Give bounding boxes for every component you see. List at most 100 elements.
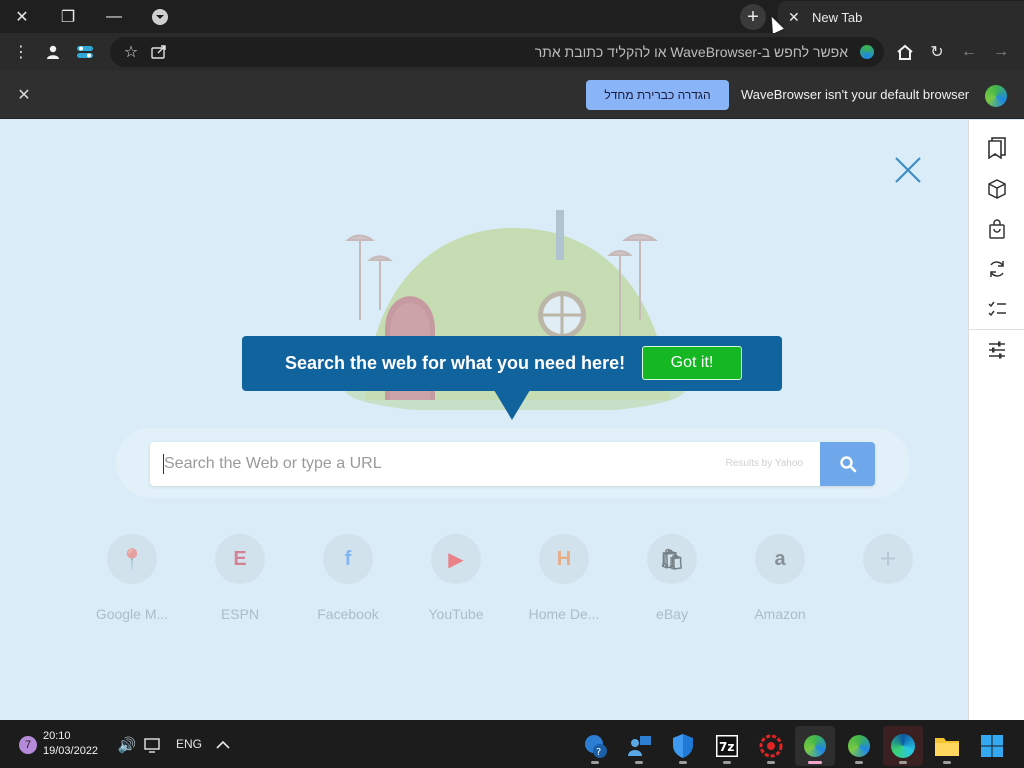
- set-as-default-button[interactable]: הגדרה כברירת מחדל: [586, 80, 729, 110]
- search-input-placeholder[interactable]: Search the Web or type a URL: [164, 442, 382, 486]
- shortcut-label: Home De...: [528, 606, 600, 622]
- shortcut-label: Google M...: [95, 606, 169, 622]
- close-overlay-icon[interactable]: [892, 154, 924, 186]
- running-indicator: [767, 761, 775, 764]
- start-button[interactable]: [972, 726, 1012, 766]
- tab-new-tab[interactable]: ✕ New Tab: [778, 1, 1024, 33]
- shortcut-espn[interactable]: E ESPN: [186, 534, 294, 622]
- tab-close-icon[interactable]: ✕: [788, 9, 804, 26]
- tab-search-dropdown-button[interactable]: [138, 0, 182, 33]
- sidebar-settings-sliders-icon[interactable]: [983, 336, 1011, 364]
- red-gear-icon: [759, 734, 783, 758]
- web-search-box[interactable]: Search the Web or type a URL Results by …: [150, 442, 875, 486]
- sidebar-checklist-icon[interactable]: [983, 295, 1011, 323]
- banner-message: WaveBrowser isn't your default browser: [741, 87, 970, 102]
- shortcut-label: eBay: [656, 606, 688, 622]
- right-sidebar: [968, 120, 1024, 720]
- edge-icon: [891, 734, 915, 758]
- address-bar[interactable]: ☆ אפשר לחפש ב-WaveBrowser או להקליד כתוב…: [110, 37, 884, 67]
- taskbar-red-app[interactable]: [751, 726, 791, 766]
- taskbar-people-app[interactable]: [619, 726, 659, 766]
- taskbar-wavebrowser-app-2[interactable]: [839, 726, 879, 766]
- home-icon[interactable]: [890, 37, 920, 67]
- svg-text:?: ?: [596, 747, 601, 758]
- search-provider-label: Results by Yahoo: [725, 458, 803, 469]
- home-depot-icon: H: [539, 534, 589, 584]
- sidebar-sync-icon[interactable]: [983, 255, 1011, 283]
- shortcut-ebay[interactable]: 🛍 eBay: [618, 534, 726, 622]
- sidebar-divider: [969, 329, 1024, 330]
- taskbar-edge-app[interactable]: [883, 726, 923, 766]
- bookmark-star-icon[interactable]: ☆: [116, 37, 146, 67]
- chevron-up-icon[interactable]: [210, 732, 236, 758]
- shortcut-label: YouTube: [428, 606, 484, 622]
- taskbar-security-app[interactable]: [663, 726, 703, 766]
- amazon-icon: a: [755, 534, 805, 584]
- restore-window-icon[interactable]: ❐: [46, 0, 90, 33]
- navigation-bar: ⋮ ☆ אפשר לחפש ב-WaveBrowser או להקליד כת…: [0, 33, 1024, 71]
- tooltip-text: Search the web for what you need here!: [285, 353, 626, 373]
- search-hint-tooltip: Search the web for what you need here! G…: [242, 336, 782, 420]
- shortcut-home-depot[interactable]: H Home De...: [510, 534, 618, 622]
- plus-icon: +: [863, 534, 913, 584]
- running-indicator: [808, 761, 822, 764]
- search-icon: [839, 456, 856, 473]
- add-shortcut-button[interactable]: +: [834, 534, 942, 584]
- shortcut-label: Facebook: [317, 606, 379, 622]
- close-window-icon[interactable]: ✕: [0, 0, 44, 33]
- back-arrow-icon[interactable]: ←: [954, 37, 984, 67]
- extensions-toggle-icon[interactable]: [70, 37, 100, 67]
- shortcut-facebook[interactable]: f Facebook: [294, 534, 402, 622]
- running-indicator: [943, 761, 951, 764]
- taskbar-wavebrowser-app[interactable]: [795, 726, 835, 766]
- clock-date: 19/03/2022: [43, 745, 99, 757]
- taskbar-help-app[interactable]: ?: [575, 726, 615, 766]
- profile-icon[interactable]: [38, 37, 68, 67]
- wavebrowser-icon: [848, 735, 870, 757]
- taskbar-file-explorer-app[interactable]: [927, 726, 967, 766]
- menu-kebab-icon[interactable]: ⋮: [6, 37, 36, 67]
- shortcut-google-maps[interactable]: 📍 Google M...: [78, 534, 186, 622]
- shortcut-label: Amazon: [754, 606, 806, 622]
- new-tab-button[interactable]: +: [740, 4, 766, 30]
- address-bar-placeholder: אפשר לחפש ב-WaveBrowser או להקליד כתובת …: [534, 44, 848, 60]
- banner-close-icon[interactable]: ✕: [12, 83, 36, 107]
- 7zip-icon: 7z: [716, 735, 738, 757]
- shield-icon: [673, 734, 693, 758]
- share-icon[interactable]: [144, 37, 174, 67]
- sidebar-package-icon[interactable]: [983, 175, 1011, 203]
- running-indicator: [899, 761, 907, 764]
- got-it-button[interactable]: Got it!: [642, 346, 742, 380]
- wavebrowser-logo-icon: [985, 85, 1007, 107]
- shortcut-amazon[interactable]: a Amazon: [726, 534, 834, 622]
- search-button[interactable]: [820, 442, 875, 486]
- input-language[interactable]: ENG: [176, 737, 202, 751]
- youtube-icon: ▶: [431, 534, 481, 584]
- volume-icon[interactable]: 🔊: [114, 732, 140, 758]
- shortcut-tiles: 📍 Google M... E ESPN f Facebook ▶ YouTub…: [78, 534, 948, 634]
- reload-icon[interactable]: ↻: [922, 37, 952, 67]
- running-indicator: [855, 761, 863, 764]
- help-icon: ?: [585, 735, 607, 758]
- facebook-icon: f: [323, 534, 373, 584]
- tab-title: New Tab: [812, 9, 863, 25]
- clock-time: 20:10: [43, 730, 71, 742]
- notification-badge[interactable]: 7: [19, 736, 37, 754]
- clock[interactable]: 20:10 19/03/2022: [43, 729, 98, 759]
- svg-text:7z: 7z: [719, 740, 734, 754]
- windows-logo-icon: [981, 735, 1003, 757]
- running-indicator: [635, 761, 643, 764]
- wavebrowser-icon: [804, 735, 826, 757]
- title-bar: ✕ ❐ — + ✕ New Tab: [0, 0, 1024, 33]
- forward-arrow-icon[interactable]: →: [986, 37, 1016, 67]
- new-tab-page: Search the web for what you need here! G…: [0, 120, 968, 720]
- minimize-window-icon[interactable]: —: [92, 0, 136, 33]
- network-icon[interactable]: [140, 732, 166, 758]
- sidebar-shopping-bag-icon[interactable]: [983, 215, 1011, 243]
- sidebar-bookmarks-icon[interactable]: [983, 134, 1011, 162]
- shortcut-youtube[interactable]: ▶ YouTube: [402, 534, 510, 622]
- taskbar-7zip-app[interactable]: 7z: [707, 726, 747, 766]
- espn-icon: E: [215, 534, 265, 584]
- google-maps-icon: 📍: [107, 534, 157, 584]
- ebay-icon: 🛍: [647, 534, 697, 584]
